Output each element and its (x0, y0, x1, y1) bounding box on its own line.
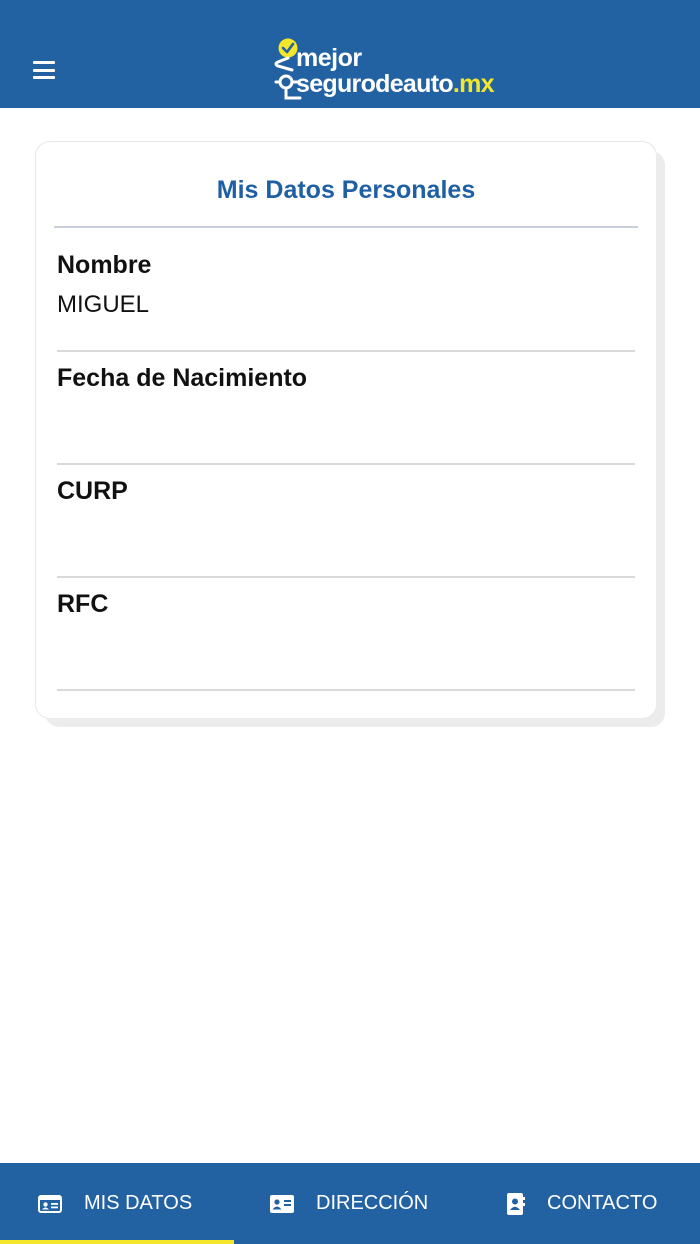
field-rfc: RFC (57, 578, 635, 691)
field-label: Nombre (57, 251, 152, 279)
logo-text-domain: segurodeauto.mx (296, 70, 495, 98)
tab-mis-datos[interactable]: MIS DATOS (38, 1163, 192, 1244)
card-title: Mis Datos Personales (216, 176, 476, 204)
field-fecha-nacimiento: Fecha de Nacimiento (57, 352, 635, 465)
divider (54, 226, 638, 228)
id-card-icon (38, 1194, 62, 1213)
brand-logo[interactable]: mejor segurodeauto.mx (272, 38, 502, 102)
field-label: CURP (57, 477, 128, 505)
logo-text-mejor: mejor (296, 44, 362, 72)
app-header: mejor segurodeauto.mx (0, 0, 700, 108)
contact-book-icon (507, 1192, 525, 1215)
field-nombre: Nombre MIGUEL (57, 239, 635, 352)
field-label: RFC (57, 590, 109, 618)
divider (57, 689, 635, 691)
tab-label: DIRECCIÓN (316, 1192, 429, 1214)
field-curp: CURP (57, 465, 635, 578)
field-label: Fecha de Nacimiento (57, 364, 308, 392)
tab-direccion[interactable]: DIRECCIÓN (270, 1163, 428, 1244)
address-card-icon (270, 1194, 294, 1213)
active-tab-indicator (0, 1240, 234, 1244)
bottom-tab-bar: MIS DATOS DIRECCIÓN CONTACTO (0, 1163, 700, 1244)
hamburger-menu-icon[interactable] (30, 58, 58, 84)
field-value: MIGUEL (57, 291, 150, 318)
tab-contacto[interactable]: CONTACTO (507, 1163, 657, 1244)
personal-data-card: Mis Datos Personales Nombre MIGUEL Fecha… (36, 142, 656, 718)
tab-label: CONTACTO (547, 1192, 658, 1214)
tab-label: MIS DATOS (84, 1192, 193, 1214)
